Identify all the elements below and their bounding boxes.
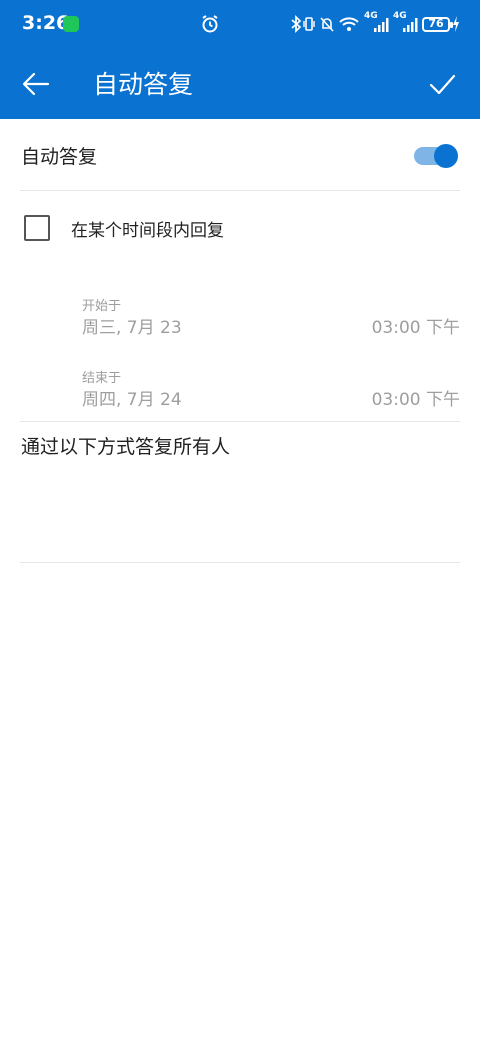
start-caption: 开始于 xyxy=(82,299,122,314)
start-time[interactable]: 03:00 下午 xyxy=(372,313,460,338)
mute-icon xyxy=(320,17,334,32)
alarm-icon xyxy=(202,15,218,33)
arrow-left-icon xyxy=(22,72,50,96)
status-bar: 3:26 4G 4G 76 xyxy=(0,0,480,50)
toggle-thumb xyxy=(434,144,458,168)
time-range-row[interactable]: 在某个时间段内回复 xyxy=(0,200,480,254)
back-button[interactable] xyxy=(14,64,58,104)
divider xyxy=(20,562,460,563)
save-button[interactable] xyxy=(422,64,462,104)
reply-all-label: 通过以下方式答复所有人 xyxy=(21,436,231,458)
end-time[interactable]: 03:00 下午 xyxy=(372,385,460,410)
bluetooth-icon xyxy=(291,14,302,34)
check-icon xyxy=(429,74,456,95)
time-range-checkbox[interactable] xyxy=(24,215,50,241)
wifi-icon xyxy=(339,17,359,31)
reply-message-input[interactable] xyxy=(20,462,460,560)
app-bar: 自动答复 xyxy=(0,50,480,119)
end-date[interactable]: 周四, 7月 24 xyxy=(82,385,182,410)
vibrate-icon xyxy=(303,17,315,31)
wechat-icon xyxy=(63,16,79,32)
auto-reply-screen: 3:26 4G 4G 76 自动答复 自动答复 在某个时间段内回复 开始于 周三… xyxy=(0,0,480,1058)
auto-reply-row[interactable]: 自动答复 xyxy=(0,119,480,189)
end-caption: 结束于 xyxy=(82,371,122,386)
divider xyxy=(20,190,460,191)
status-icons: 4G 4G 76 xyxy=(290,11,460,36)
auto-reply-label: 自动答复 xyxy=(21,146,98,168)
auto-reply-toggle[interactable] xyxy=(414,144,458,168)
divider xyxy=(20,421,460,422)
end-datetime: 结束于 周四, 7月 24 03:00 下午 xyxy=(0,367,480,413)
page-title: 自动答复 xyxy=(93,70,194,99)
battery-icon: 76 xyxy=(422,17,453,32)
time-range-label: 在某个时间段内回复 xyxy=(71,221,224,241)
start-datetime: 开始于 周三, 7月 23 03:00 下午 xyxy=(0,295,480,341)
battery-level: 76 xyxy=(428,17,444,30)
charging-icon xyxy=(453,16,459,32)
start-date[interactable]: 周三, 7月 23 xyxy=(82,313,182,338)
